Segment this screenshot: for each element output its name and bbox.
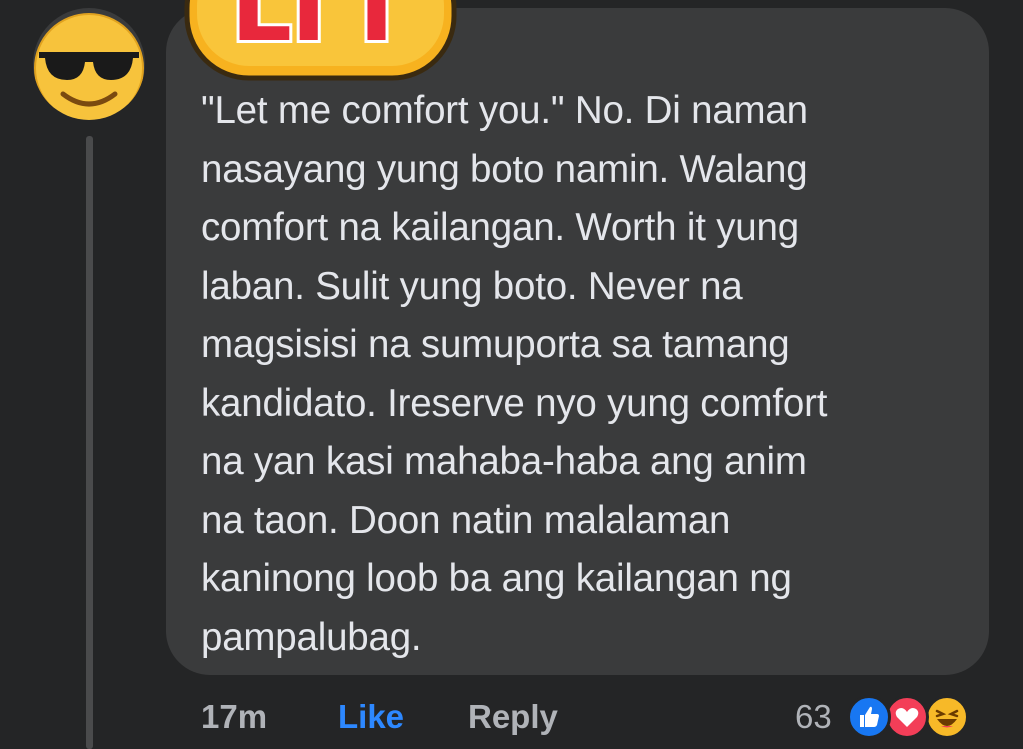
reactions-summary[interactable]: 63 [795, 692, 995, 742]
comment-text-line: na yan kasi mahaba-haba ang anim [201, 440, 807, 483]
avatar[interactable] [33, 8, 145, 120]
comment-text: "Let me comfort you." No. Di naman nasay… [201, 82, 971, 667]
comment-text-line: nasayang yung boto namin. Walang [201, 147, 808, 191]
like-button[interactable]: Like [338, 695, 404, 739]
like-icon [847, 695, 891, 739]
comment-text-line: "Let me comfort you." No. Di naman [201, 89, 808, 132]
sticker: LTT [183, 0, 458, 82]
sticker-text: LTT [231, 0, 409, 63]
comment-actions: 17m Like Reply 63 [0, 695, 1023, 745]
comment-thread: z "Let me comfort you." No. Di naman nas… [0, 0, 1023, 749]
comment-text-line: pampalubag. [201, 615, 422, 659]
comment-text-line: magsisisi na sumuporta sa tamang [201, 323, 790, 366]
thread-line [86, 136, 93, 749]
sunglasses-emoji-icon [34, 13, 144, 120]
comment-text-line: laban. Sulit yung boto. Never na [201, 264, 743, 308]
reply-button[interactable]: Reply [468, 695, 558, 739]
comment-text-line: comfort na kailangan. Worth it yung [201, 206, 799, 249]
love-icon [885, 695, 929, 739]
comment-text-line: kaninong loob ba ang kailangan ng [201, 557, 792, 600]
comment-timestamp[interactable]: 17m [201, 695, 267, 739]
comment-text-line: na taon. Doon natin malalaman [201, 498, 731, 542]
reaction-count: 63 [795, 698, 832, 735]
haha-icon [925, 695, 969, 739]
comment-text-line: kandidato. Ireserve nyo yung comfort [201, 381, 828, 425]
